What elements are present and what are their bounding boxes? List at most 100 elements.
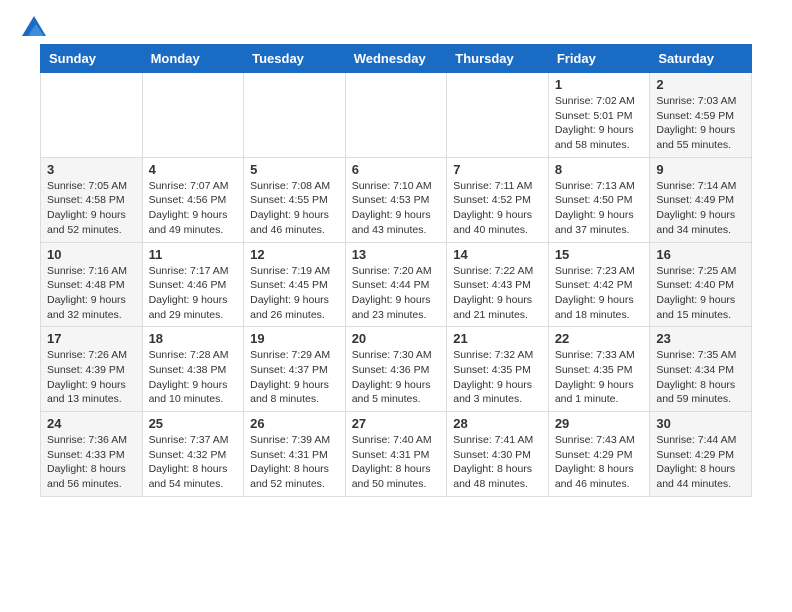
day-info: Sunrise: 7:44 AMSunset: 4:29 PMDaylight:… (656, 433, 745, 492)
calendar-day-cell: 15 Sunrise: 7:23 AMSunset: 4:42 PMDayligh… (548, 242, 650, 327)
day-info: Sunrise: 7:22 AMSunset: 4:43 PMDaylight:… (453, 264, 542, 323)
calendar-day-cell: 3 Sunrise: 7:05 AMSunset: 4:58 PMDaylight… (41, 157, 143, 242)
day-number: 30 (656, 416, 745, 431)
page-header (0, 0, 792, 44)
calendar-day-cell: 11 Sunrise: 7:17 AMSunset: 4:46 PMDayligh… (142, 242, 244, 327)
day-info: Sunrise: 7:10 AMSunset: 4:53 PMDaylight:… (352, 179, 441, 238)
day-number: 2 (656, 77, 745, 92)
calendar-week-row: 24Sunrise: 7:36 AMSunset: 4:33 PMDayligh… (41, 412, 752, 497)
calendar-day-cell: 29 Sunrise: 7:43 AMSunset: 4:29 PMDayligh… (548, 412, 650, 497)
day-number: 23 (656, 331, 745, 346)
day-info: Sunrise: 7:17 AMSunset: 4:46 PMDaylight:… (149, 264, 238, 323)
day-info: Sunrise: 7:16 AMSunset: 4:48 PMDaylight:… (47, 264, 136, 323)
day-number: 1 (555, 77, 644, 92)
day-number: 9 (656, 162, 745, 177)
day-number: 8 (555, 162, 644, 177)
calendar-day-cell: 19 Sunrise: 7:29 AMSunset: 4:37 PMDayligh… (244, 327, 346, 412)
day-info: Sunrise: 7:05 AMSunset: 4:58 PMDaylight:… (47, 179, 136, 238)
logo-icon (22, 16, 46, 36)
day-number: 3 (47, 162, 136, 177)
weekday-header-sunday: Sunday (41, 45, 143, 73)
weekday-header-thursday: Thursday (447, 45, 549, 73)
day-info: Sunrise: 7:28 AMSunset: 4:38 PMDaylight:… (149, 348, 238, 407)
day-number: 20 (352, 331, 441, 346)
day-info: Sunrise: 7:20 AMSunset: 4:44 PMDaylight:… (352, 264, 441, 323)
day-info: Sunrise: 7:08 AMSunset: 4:55 PMDaylight:… (250, 179, 339, 238)
calendar-day-cell (41, 73, 143, 158)
day-number: 14 (453, 247, 542, 262)
weekday-header-saturday: Saturday (650, 45, 752, 73)
day-number: 4 (149, 162, 238, 177)
weekday-header-monday: Monday (142, 45, 244, 73)
day-info: Sunrise: 7:23 AMSunset: 4:42 PMDaylight:… (555, 264, 644, 323)
calendar-day-cell: 10 Sunrise: 7:16 AMSunset: 4:48 PMDayligh… (41, 242, 143, 327)
day-number: 10 (47, 247, 136, 262)
calendar-day-cell: 6 Sunrise: 7:10 AMSunset: 4:53 PMDaylight… (345, 157, 447, 242)
day-number: 28 (453, 416, 542, 431)
day-number: 16 (656, 247, 745, 262)
calendar-week-row: 17Sunrise: 7:26 AMSunset: 4:39 PMDayligh… (41, 327, 752, 412)
day-info: Sunrise: 7:29 AMSunset: 4:37 PMDaylight:… (250, 348, 339, 407)
calendar-wrapper: SundayMondayTuesdayWednesdayThursdayFrid… (0, 44, 792, 517)
weekday-header-friday: Friday (548, 45, 650, 73)
calendar-day-cell (345, 73, 447, 158)
day-info: Sunrise: 7:30 AMSunset: 4:36 PMDaylight:… (352, 348, 441, 407)
day-number: 17 (47, 331, 136, 346)
calendar-day-cell: 20 Sunrise: 7:30 AMSunset: 4:36 PMDayligh… (345, 327, 447, 412)
calendar-day-cell: 4 Sunrise: 7:07 AMSunset: 4:56 PMDaylight… (142, 157, 244, 242)
day-number: 26 (250, 416, 339, 431)
calendar-table: SundayMondayTuesdayWednesdayThursdayFrid… (40, 44, 752, 497)
day-number: 21 (453, 331, 542, 346)
day-info: Sunrise: 7:03 AMSunset: 4:59 PMDaylight:… (656, 94, 745, 153)
day-info: Sunrise: 7:35 AMSunset: 4:34 PMDaylight:… (656, 348, 745, 407)
weekday-header-tuesday: Tuesday (244, 45, 346, 73)
day-info: Sunrise: 7:43 AMSunset: 4:29 PMDaylight:… (555, 433, 644, 492)
logo (20, 16, 46, 36)
calendar-day-cell (244, 73, 346, 158)
calendar-day-cell: 7 Sunrise: 7:11 AMSunset: 4:52 PMDaylight… (447, 157, 549, 242)
day-number: 5 (250, 162, 339, 177)
calendar-day-cell: 9 Sunrise: 7:14 AMSunset: 4:49 PMDaylight… (650, 157, 752, 242)
day-info: Sunrise: 7:14 AMSunset: 4:49 PMDaylight:… (656, 179, 745, 238)
calendar-day-cell: 13 Sunrise: 7:20 AMSunset: 4:44 PMDayligh… (345, 242, 447, 327)
calendar-header-row: SundayMondayTuesdayWednesdayThursdayFrid… (41, 45, 752, 73)
calendar-day-cell (447, 73, 549, 158)
calendar-week-row: 3 Sunrise: 7:05 AMSunset: 4:58 PMDaylight… (41, 157, 752, 242)
calendar-day-cell: 17Sunrise: 7:26 AMSunset: 4:39 PMDayligh… (41, 327, 143, 412)
day-number: 22 (555, 331, 644, 346)
day-number: 11 (149, 247, 238, 262)
day-number: 15 (555, 247, 644, 262)
calendar-day-cell: 23 Sunrise: 7:35 AMSunset: 4:34 PMDayligh… (650, 327, 752, 412)
calendar-day-cell: 21 Sunrise: 7:32 AMSunset: 4:35 PMDayligh… (447, 327, 549, 412)
day-info: Sunrise: 7:19 AMSunset: 4:45 PMDaylight:… (250, 264, 339, 323)
day-info: Sunrise: 7:40 AMSunset: 4:31 PMDaylight:… (352, 433, 441, 492)
calendar-day-cell: 14 Sunrise: 7:22 AMSunset: 4:43 PMDayligh… (447, 242, 549, 327)
day-number: 7 (453, 162, 542, 177)
day-number: 12 (250, 247, 339, 262)
day-number: 25 (149, 416, 238, 431)
calendar-day-cell: 1 Sunrise: 7:02 AMSunset: 5:01 PMDaylight… (548, 73, 650, 158)
calendar-day-cell (142, 73, 244, 158)
day-info: Sunrise: 7:33 AMSunset: 4:35 PMDaylight:… (555, 348, 644, 407)
day-number: 6 (352, 162, 441, 177)
day-info: Sunrise: 7:02 AMSunset: 5:01 PMDaylight:… (555, 94, 644, 153)
day-info: Sunrise: 7:07 AMSunset: 4:56 PMDaylight:… (149, 179, 238, 238)
day-number: 18 (149, 331, 238, 346)
day-info: Sunrise: 7:32 AMSunset: 4:35 PMDaylight:… (453, 348, 542, 407)
calendar-day-cell: 12 Sunrise: 7:19 AMSunset: 4:45 PMDayligh… (244, 242, 346, 327)
calendar-day-cell: 8Sunrise: 7:13 AMSunset: 4:50 PMDaylight… (548, 157, 650, 242)
calendar-day-cell: 24Sunrise: 7:36 AMSunset: 4:33 PMDayligh… (41, 412, 143, 497)
calendar-day-cell: 25 Sunrise: 7:37 AMSunset: 4:32 PMDayligh… (142, 412, 244, 497)
weekday-header-wednesday: Wednesday (345, 45, 447, 73)
day-info: Sunrise: 7:11 AMSunset: 4:52 PMDaylight:… (453, 179, 542, 238)
day-info: Sunrise: 7:36 AMSunset: 4:33 PMDaylight:… (47, 433, 136, 492)
day-number: 13 (352, 247, 441, 262)
calendar-week-row: 10 Sunrise: 7:16 AMSunset: 4:48 PMDayligh… (41, 242, 752, 327)
calendar-day-cell: 2 Sunrise: 7:03 AMSunset: 4:59 PMDaylight… (650, 73, 752, 158)
calendar-day-cell: 30 Sunrise: 7:44 AMSunset: 4:29 PMDayligh… (650, 412, 752, 497)
day-info: Sunrise: 7:37 AMSunset: 4:32 PMDaylight:… (149, 433, 238, 492)
day-info: Sunrise: 7:39 AMSunset: 4:31 PMDaylight:… (250, 433, 339, 492)
day-number: 29 (555, 416, 644, 431)
calendar-week-row: 1 Sunrise: 7:02 AMSunset: 5:01 PMDaylight… (41, 73, 752, 158)
day-number: 19 (250, 331, 339, 346)
